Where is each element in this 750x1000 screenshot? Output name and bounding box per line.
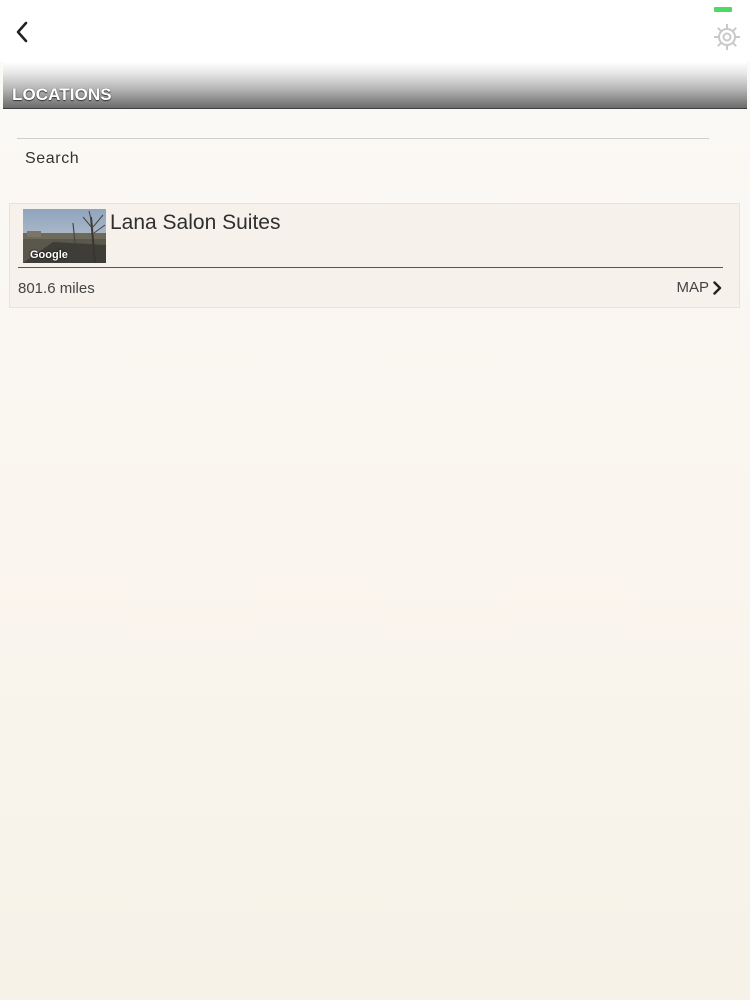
location-thumbnail: Google (23, 209, 106, 263)
location-card[interactable]: Google Lana Salon Suites 801.6 miles MAP (9, 203, 740, 308)
chevron-left-icon (16, 21, 28, 43)
card-divider (18, 267, 723, 268)
battery-indicator (714, 7, 732, 12)
search-input[interactable] (23, 147, 627, 171)
chevron-right-icon (713, 280, 722, 295)
section-header: LOCATIONS (3, 62, 747, 109)
search-bar (17, 138, 709, 179)
map-link[interactable]: MAP (676, 279, 722, 296)
google-watermark: Google (30, 249, 68, 261)
location-distance: 801.6 miles (18, 280, 95, 297)
location-name: Lana Salon Suites (110, 211, 281, 234)
back-button[interactable] (8, 14, 36, 50)
section-title: LOCATIONS (12, 85, 112, 104)
map-label: MAP (676, 279, 709, 296)
top-bar (0, 0, 750, 62)
gear-icon (714, 24, 740, 50)
settings-button[interactable] (710, 20, 744, 54)
